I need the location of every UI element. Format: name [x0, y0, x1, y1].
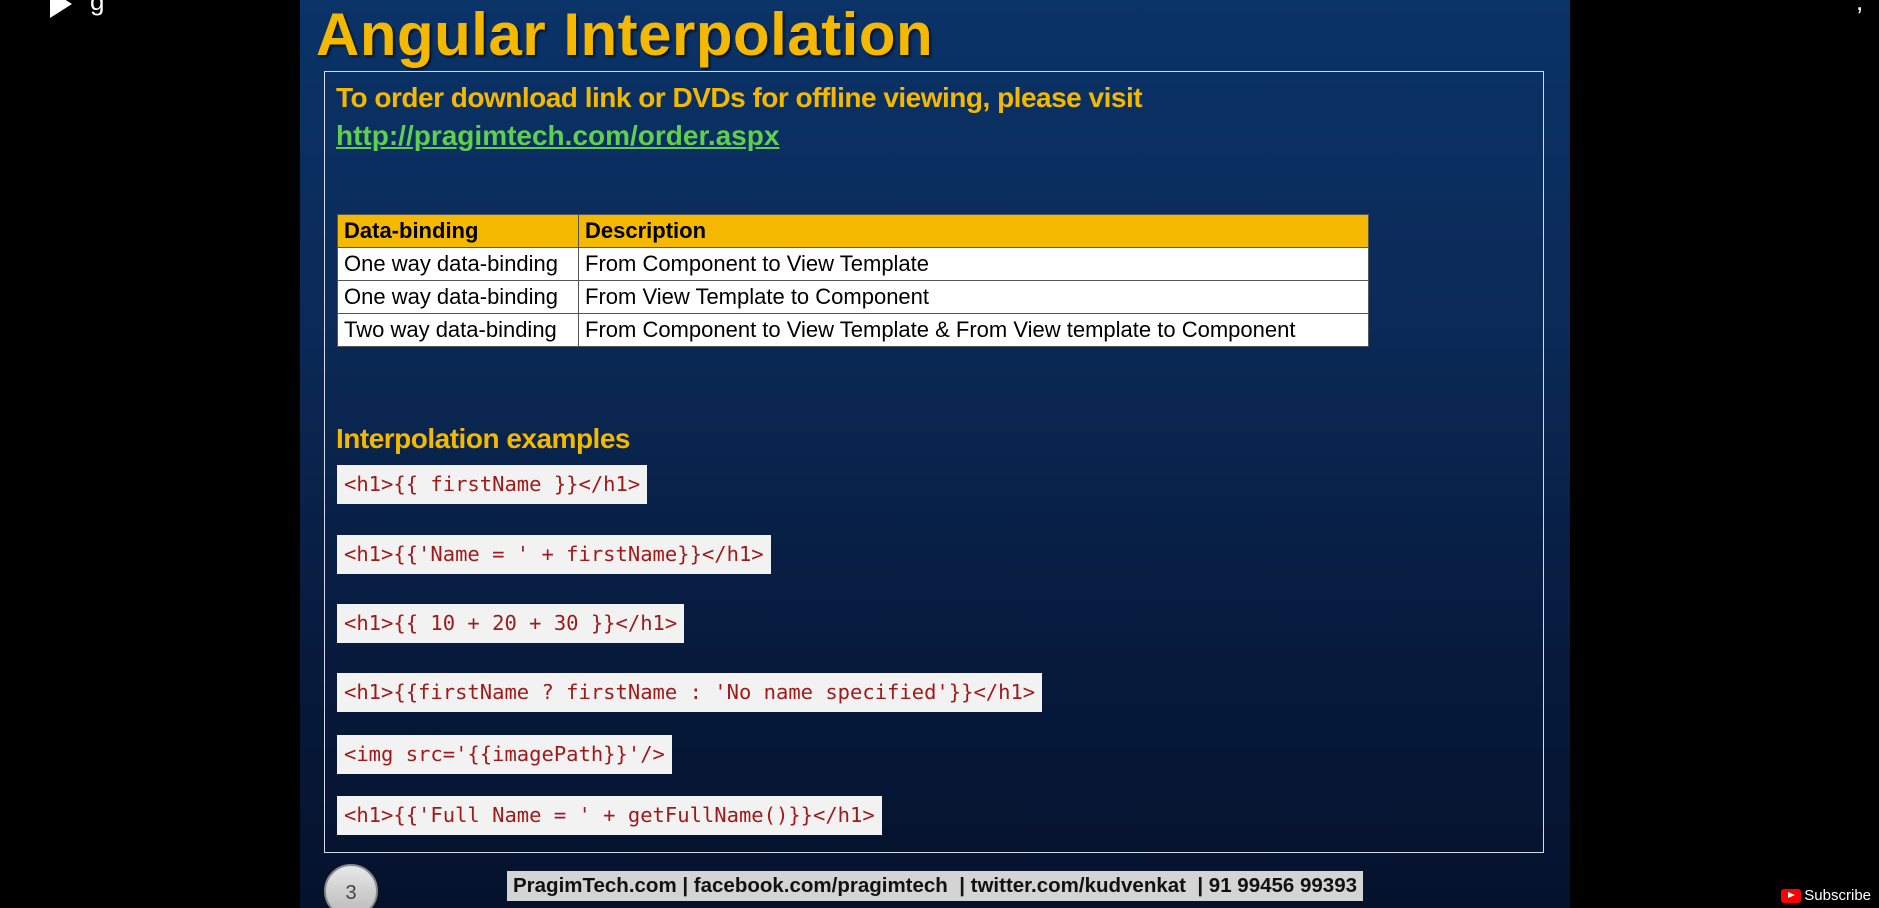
content-box: To order download link or DVDs for offli… [324, 71, 1544, 853]
table-cell: One way data-binding [337, 247, 579, 281]
table-cell: Two way data-binding [337, 313, 579, 347]
table-row: Two way data-binding From Component to V… [337, 313, 1369, 347]
code-example: <h1>{{'Name = ' + firstName}}</h1> [337, 535, 771, 574]
code-example: <h1>{{ 10 + 20 + 30 }}</h1> [337, 604, 685, 643]
order-text: To order download link or DVDs for offli… [336, 82, 1143, 113]
table-header-cell: Data-binding [337, 214, 579, 248]
slide: Angular Interpolation To order download … [300, 0, 1570, 908]
slide-number: 3 [324, 864, 378, 908]
table-cell: From Component to View Template & From V… [578, 313, 1369, 347]
youtube-icon [1781, 888, 1802, 903]
table-row: One way data-binding From View Template … [337, 280, 1369, 314]
slide-title: Angular Interpolation [316, 1, 934, 68]
table-cell: One way data-binding [337, 280, 579, 314]
table-row: One way data-binding From Component to V… [337, 247, 1369, 281]
order-link[interactable]: http://pragimtech.com/order.aspx [336, 120, 779, 152]
data-binding-table: Data-binding Description One way data-bi… [337, 214, 1369, 347]
code-example: <h1>{{ firstName }}</h1> [337, 465, 648, 504]
table-cell: From Component to View Template [578, 247, 1369, 281]
table-header-row: Data-binding Description [337, 214, 1369, 248]
code-example: <img src='{{imagePath}}'/> [337, 735, 672, 774]
subscribe-label: Subscribe [1804, 887, 1871, 904]
table-cell: From View Template to Component [578, 280, 1369, 314]
footer-bar: PragimTech.com | facebook.com/pragimtech… [507, 871, 1363, 901]
video-title-fragment: g [90, 0, 105, 16]
examples-heading: Interpolation examples [336, 423, 630, 454]
code-example: <h1>{{'Full Name = ' + getFullName()}}</… [337, 796, 882, 835]
code-example: <h1>{{firstName ? firstName : 'No name s… [337, 673, 1043, 712]
subscribe-button[interactable]: Subscribe [1781, 887, 1871, 904]
table-header-cell: Description [578, 214, 1369, 248]
play-icon[interactable] [50, 0, 72, 18]
video-title-fragment: , [1856, 0, 1864, 16]
